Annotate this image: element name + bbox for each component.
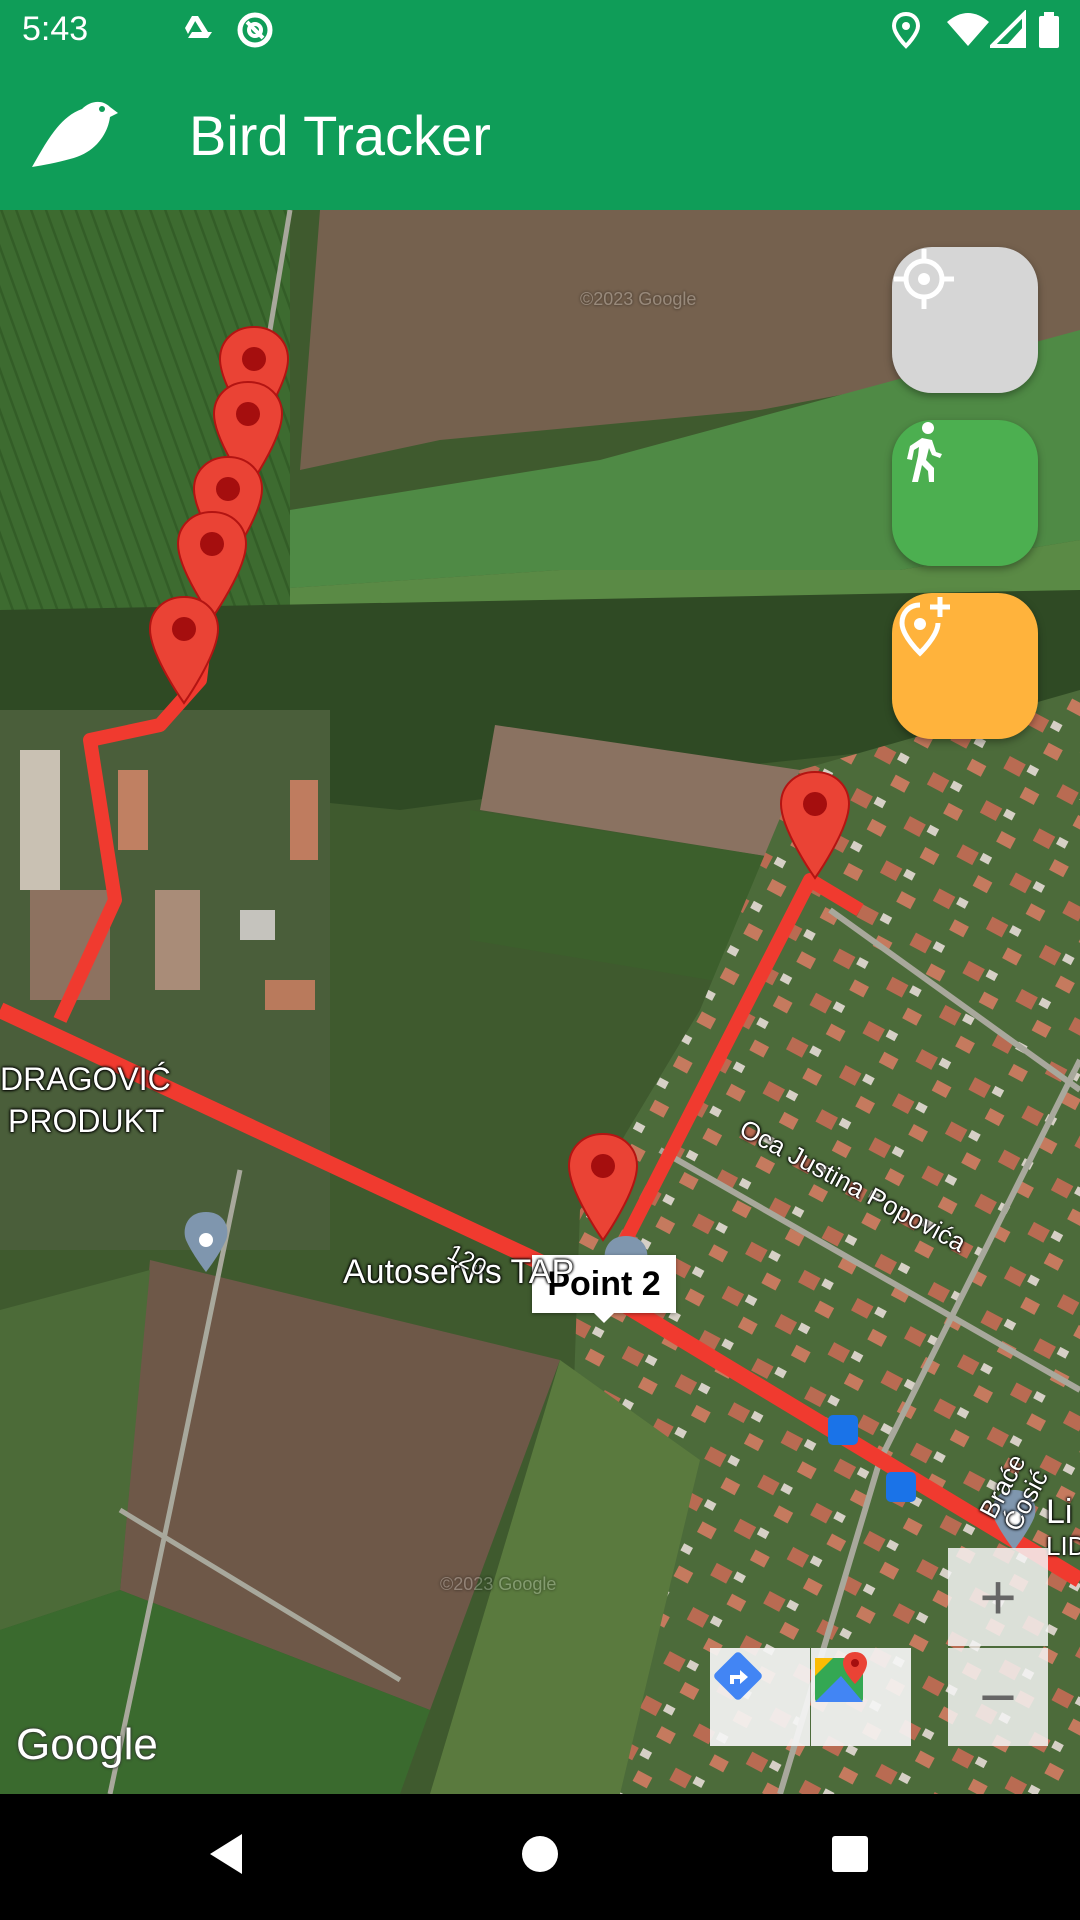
marker-6[interactable] (779, 770, 851, 882)
google-maps-icon (815, 1652, 867, 1702)
navigation-bar (0, 1794, 1080, 1920)
walk-mode-button[interactable] (892, 420, 1038, 566)
sync-circle-icon (237, 12, 273, 48)
status-bar: 5:43 (0, 0, 1080, 63)
recents-square-icon[interactable] (820, 1824, 880, 1884)
battery-icon (1039, 12, 1059, 48)
map-view[interactable]: Point 2 DRAGOVIĆ PRODUKT Autoservis TAP … (0, 210, 1080, 1794)
map-watermark: ©2023 Google (440, 1574, 557, 1594)
add-location-button[interactable] (892, 593, 1038, 739)
google-drive-icon (185, 16, 212, 38)
map-watermark: ©2023 Google (580, 289, 697, 309)
location-icon (891, 11, 921, 49)
google-logo: Google (16, 1720, 158, 1769)
walking-person-icon (907, 422, 942, 482)
zoom-out-button[interactable]: − (948, 1648, 1048, 1746)
back-triangle-icon[interactable] (200, 1824, 260, 1884)
zoom-in-button[interactable]: + (948, 1548, 1048, 1646)
directions-button[interactable] (710, 1648, 810, 1746)
wifi-icon (947, 13, 989, 46)
marker-5[interactable] (148, 595, 220, 707)
place-label: DRAGOVIĆ (0, 1061, 171, 1097)
signal-icon (990, 10, 1026, 48)
app-bar: Bird Tracker (0, 63, 1080, 210)
marker-point-2[interactable] (567, 1132, 639, 1244)
app-title: Bird Tracker (189, 104, 491, 167)
my-location-button[interactable] (892, 247, 1038, 393)
place-label: Li (1046, 1493, 1073, 1531)
open-in-maps-button[interactable] (811, 1648, 911, 1746)
place-label: PRODUKT (8, 1103, 165, 1139)
crosshair-icon (894, 249, 954, 309)
bird-icon (32, 101, 118, 167)
status-time: 5:43 (22, 10, 89, 48)
home-circle-icon[interactable] (510, 1824, 570, 1884)
add-location-pin-icon (899, 597, 950, 657)
place-label: LID (1046, 1531, 1080, 1561)
directions-icon (714, 1652, 762, 1700)
